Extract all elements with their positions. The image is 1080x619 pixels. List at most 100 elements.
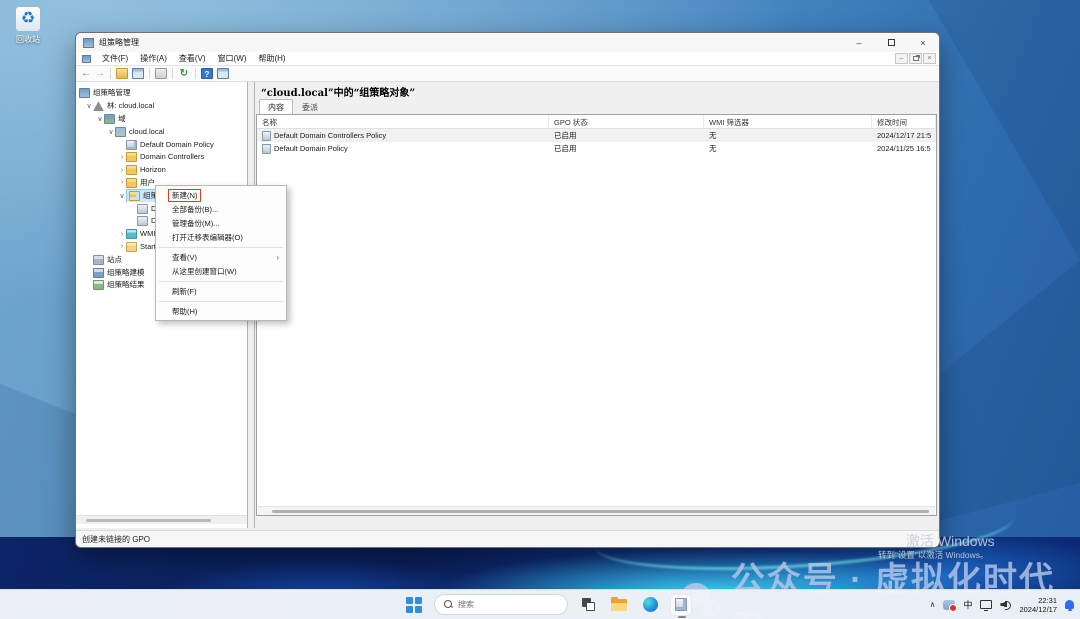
menu-action[interactable]: 操作(A) xyxy=(134,52,173,65)
table-row[interactable]: Default Domain Controllers Policy 已启用 无 … xyxy=(257,129,936,142)
results-horizontal-scrollbar[interactable] xyxy=(258,506,935,515)
tree-item-horizon[interactable]: ›Horizon xyxy=(76,164,247,177)
menu-view[interactable]: 查看(V) xyxy=(173,52,212,65)
tree-horizontal-scrollbar[interactable] xyxy=(76,515,248,524)
table-row[interactable]: Default Domain Policy 已启用 无 2024/11/25 1… xyxy=(257,142,936,155)
minimize-button[interactable]: – xyxy=(843,33,875,52)
clock[interactable]: 22:31 2024/12/17 xyxy=(1019,596,1057,614)
menu-item-help[interactable]: 帮助(H) xyxy=(156,304,286,318)
taskbar-center-group xyxy=(403,590,692,619)
expander-closed-icon[interactable]: › xyxy=(118,231,126,238)
folder-icon xyxy=(611,599,627,611)
volume-icon[interactable] xyxy=(1000,600,1011,609)
mdi-window-controls: – × xyxy=(895,53,936,64)
gpo-status-cell: 已启用 xyxy=(549,143,704,154)
tray-overflow-chevron-icon[interactable]: ∧ xyxy=(930,600,936,609)
expander-closed-icon[interactable]: › xyxy=(118,167,126,174)
maximize-button[interactable] xyxy=(875,33,907,52)
menu-item-manage-backups[interactable]: 管理备份(M)... xyxy=(156,216,286,230)
task-view-button[interactable] xyxy=(577,594,599,616)
column-header-gpo-status[interactable]: GPO 状态 xyxy=(549,115,704,128)
new-window-icon[interactable] xyxy=(217,68,229,79)
expander-open-icon[interactable]: ∨ xyxy=(118,192,126,200)
scrollbar-thumb[interactable] xyxy=(86,519,211,522)
ou-icon xyxy=(126,178,137,188)
network-display-icon[interactable] xyxy=(980,600,992,609)
column-header-wmi-filter[interactable]: WMI 筛选器 xyxy=(704,115,872,128)
domains-icon xyxy=(104,114,115,124)
recycle-bin-label: 回收站 xyxy=(6,34,50,45)
help-icon[interactable]: ? xyxy=(201,68,213,79)
gp-results-icon xyxy=(93,280,104,290)
menu-window[interactable]: 窗口(W) xyxy=(212,52,253,65)
expander-closed-icon[interactable]: › xyxy=(118,179,126,186)
console-icon xyxy=(79,88,90,98)
mdi-minimize-button[interactable]: – xyxy=(895,53,908,64)
forest-icon xyxy=(93,101,104,111)
red-highlight-box: 新建(N) xyxy=(168,189,201,202)
search-input[interactable] xyxy=(458,600,548,609)
toolbar-separator xyxy=(195,68,196,79)
tab-contents[interactable]: 内容 xyxy=(259,99,293,114)
expander-open-icon[interactable]: ∨ xyxy=(85,102,93,110)
tree-item-gpm-root[interactable]: 组策略管理 xyxy=(76,87,247,100)
gpo-icon xyxy=(262,131,271,141)
recycle-bin-shortcut[interactable]: ♻ 回收站 xyxy=(6,6,50,45)
mdi-restore-icon xyxy=(913,56,919,61)
refresh-icon[interactable]: ↻ xyxy=(178,68,190,79)
tree-item-default-domain-policy[interactable]: Default Domain Policy xyxy=(76,138,247,151)
menu-help[interactable]: 帮助(H) xyxy=(252,52,291,65)
scrollbar-thumb[interactable] xyxy=(272,510,929,513)
up-one-level-icon[interactable] xyxy=(116,68,128,79)
title-bar[interactable]: 组策略管理 – × xyxy=(76,33,939,52)
edge-button[interactable] xyxy=(639,594,661,616)
menu-item-new[interactable]: 新建(N) xyxy=(156,188,286,202)
file-explorer-button[interactable] xyxy=(608,594,630,616)
task-view-icon xyxy=(582,598,595,611)
recycle-glyph: ♻ xyxy=(21,10,35,27)
forward-button[interactable]: → xyxy=(95,67,105,81)
menu-item-backup-all[interactable]: 全部备份(B)... xyxy=(156,202,286,216)
menu-item-refresh[interactable]: 刷新(F) xyxy=(156,284,286,298)
tray-time: 22:31 xyxy=(1019,596,1057,605)
gpo-icon xyxy=(262,144,271,154)
gpmc-taskbar-button[interactable] xyxy=(670,594,692,616)
mdi-close-button[interactable]: × xyxy=(923,53,936,64)
tree-item-domains[interactable]: ∨域 xyxy=(76,113,247,126)
expander-closed-icon[interactable]: › xyxy=(118,154,126,161)
tree-item-domain-cloudlocal[interactable]: ∨cloud.local xyxy=(76,125,247,138)
back-button[interactable]: ← xyxy=(81,67,91,81)
menu-item-open-migration-table-editor[interactable]: 打开迁移表编辑器(O) xyxy=(156,230,286,244)
toolbar-separator xyxy=(149,68,150,79)
window-controls: – × xyxy=(843,33,939,52)
system-tray: ∧ 中 22:31 2024/12/17 xyxy=(930,590,1074,619)
close-button[interactable]: × xyxy=(907,33,939,52)
tree-item-domain-controllers[interactable]: ›Domain Controllers xyxy=(76,151,247,164)
column-header-name[interactable]: 名称ˆ xyxy=(257,115,549,128)
start-button[interactable] xyxy=(403,594,425,616)
expander-open-icon[interactable]: ∨ xyxy=(96,115,104,123)
expander-closed-icon[interactable]: › xyxy=(118,243,126,250)
properties-icon[interactable] xyxy=(155,68,167,79)
gpo-link-icon xyxy=(126,140,137,150)
tab-delegation[interactable]: 委派 xyxy=(293,99,327,114)
menu-item-view[interactable]: 查看(V)› xyxy=(156,250,286,264)
toolbar-separator xyxy=(110,68,111,79)
mdi-restore-button[interactable] xyxy=(909,53,922,64)
show-console-tree-icon[interactable] xyxy=(132,68,144,79)
ou-icon xyxy=(126,152,137,162)
sync-error-tray-icon[interactable] xyxy=(943,600,955,610)
tree-item-forest[interactable]: ∨林: cloud.local xyxy=(76,100,247,113)
ime-indicator[interactable]: 中 xyxy=(963,598,972,611)
gpo-table: 名称ˆ GPO 状态 WMI 筛选器 修改时间 Default Domain C… xyxy=(256,114,937,516)
gpo-status-cell: 已启用 xyxy=(549,130,704,141)
column-header-modified[interactable]: 修改时间 xyxy=(872,115,936,128)
domain-icon xyxy=(115,127,126,137)
expander-open-icon[interactable]: ∨ xyxy=(107,128,115,136)
menu-item-new-window-from-here[interactable]: 从这里创建窗口(W) xyxy=(156,264,286,278)
mdi-minimize-icon: – xyxy=(900,55,904,62)
taskbar-search[interactable] xyxy=(434,594,568,615)
notification-bell-icon[interactable] xyxy=(1065,600,1074,609)
taskbar: ∧ 中 22:31 2024/12/17 xyxy=(0,589,1080,619)
menu-file[interactable]: 文件(F) xyxy=(96,52,134,65)
